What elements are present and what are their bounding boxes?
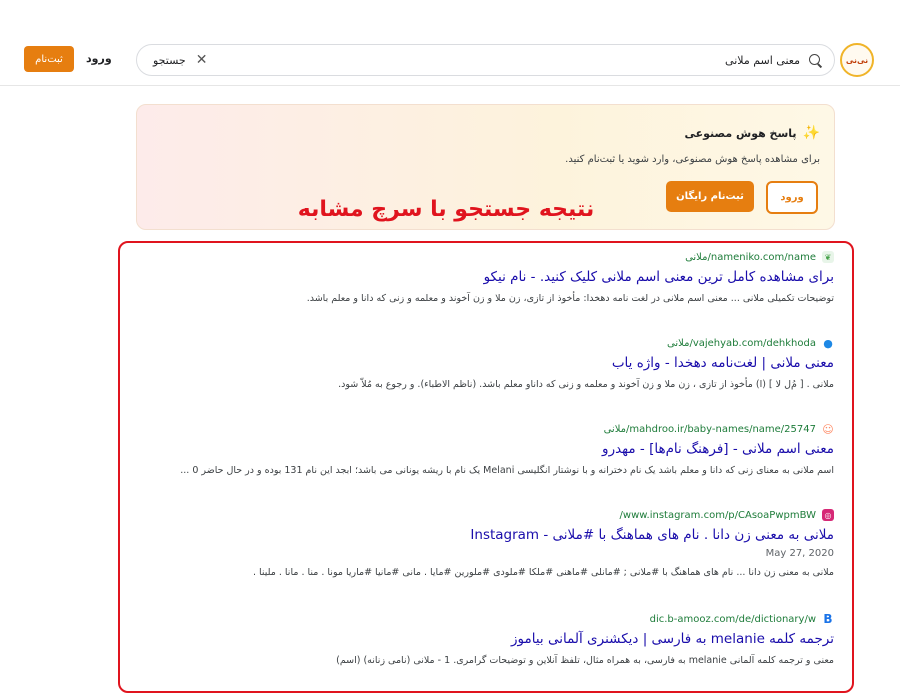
search-input[interactable]: معنی اسم ملانی bbox=[725, 54, 800, 67]
search-results: ❦ nameniko.com/name/ملانی برای مشاهده کا… bbox=[118, 241, 854, 693]
ai-answer-description: برای مشاهده پاسخ هوش مصنوعی، وارد شوید ی… bbox=[565, 154, 820, 165]
baby-icon: ☺ bbox=[822, 422, 834, 436]
ai-signup-button[interactable]: ثبت‌نام رایگان bbox=[666, 181, 754, 212]
result-snippet: معنی و ترجمه کلمه آلمانی melanie به فارس… bbox=[336, 655, 834, 666]
annotation-label: نتیجه جستجو با سرچ مشابه bbox=[297, 197, 595, 222]
result-title[interactable]: ترجمه کلمه melanie به فارسی | دیکشنری آل… bbox=[336, 631, 834, 647]
result-item: ◎ www.instagram.com/p/CAsoaPwpmBW/ ملانی… bbox=[253, 509, 834, 578]
result-item: ● vajehyab.com/dehkhoda/ملانی معنی ملانی… bbox=[338, 336, 834, 391]
result-url-text[interactable]: dic.b-amooz.com/de/dictionary/w bbox=[650, 614, 816, 625]
ai-answer-title-text: پاسخ هوش مصنوعی bbox=[684, 126, 797, 140]
result-url[interactable]: ◎ www.instagram.com/p/CAsoaPwpmBW/ bbox=[253, 509, 834, 521]
ai-answer-title: ✨ پاسخ هوش مصنوعی bbox=[685, 125, 820, 141]
result-item: B dic.b-amooz.com/de/dictionary/w ترجمه … bbox=[336, 612, 834, 666]
result-snippet: توضیحات تکمیلی ملانی ... معنی اسم ملانی … bbox=[306, 293, 834, 304]
result-snippet: ملانی . [ مُ‌ل‌ لا ] (ا) مأخوذ از تازی ،… bbox=[338, 379, 834, 390]
result-title[interactable]: برای مشاهده کامل ترین معنی اسم ملانی کلی… bbox=[307, 269, 834, 285]
result-url[interactable]: B dic.b-amooz.com/de/dictionary/w bbox=[336, 612, 834, 626]
result-url[interactable]: ● vajehyab.com/dehkhoda/ملانی bbox=[338, 336, 834, 350]
ai-login-button[interactable]: ورود bbox=[766, 181, 818, 214]
search-bar[interactable]: معنی اسم ملانی ✕ جستجو bbox=[136, 44, 835, 76]
search-icon bbox=[808, 53, 822, 67]
login-link[interactable]: ورود bbox=[86, 52, 112, 65]
result-url-text[interactable]: vajehyab.com/dehkhoda/ملانی bbox=[667, 338, 816, 349]
sparkle-icon: ✨ bbox=[802, 125, 820, 141]
leaf-icon: ❦ bbox=[822, 251, 834, 263]
result-snippet: اسم ملانی به معنای زنی که دانا و معلم با… bbox=[180, 465, 834, 476]
result-url-text[interactable]: www.instagram.com/p/CAsoaPwpmBW/ bbox=[620, 510, 816, 521]
instagram-icon: ◎ bbox=[822, 509, 834, 521]
result-snippet: ملانی به معنی زن دانا ... نام های هماهنگ… bbox=[252, 567, 834, 578]
result-title[interactable]: معنی ملانی | لغت‌نامه دهخدا - واژه یاب bbox=[338, 355, 834, 371]
signup-button[interactable]: ثبت‌نام bbox=[24, 46, 74, 72]
result-title[interactable]: معنی اسم ملانی - [فرهنگ نام‌ها] - مهدرو bbox=[180, 441, 834, 457]
top-bar: نی‌نی معنی اسم ملانی ✕ جستجو ورود ثبت‌نا… bbox=[0, 0, 900, 86]
result-url-text[interactable]: nameniko.com/name/ملانی bbox=[685, 252, 816, 263]
result-url[interactable]: ☺ mahdroo.ir/baby-names/name/25747/ملانی bbox=[180, 422, 834, 436]
result-date: May 27, 2020 bbox=[765, 548, 834, 559]
result-item: ❦ nameniko.com/name/ملانی برای مشاهده کا… bbox=[307, 251, 834, 304]
site-logo[interactable]: نی‌نی bbox=[840, 43, 874, 77]
search-button[interactable]: جستجو bbox=[153, 54, 186, 67]
clear-icon[interactable]: ✕ bbox=[196, 53, 208, 67]
result-url-text[interactable]: mahdroo.ir/baby-names/name/25747/ملانی bbox=[604, 424, 816, 435]
search-query-area[interactable]: معنی اسم ملانی bbox=[725, 53, 822, 67]
result-url[interactable]: ❦ nameniko.com/name/ملانی bbox=[307, 251, 834, 263]
result-title[interactable]: ملانی به معنی زن دانا . نام های هماهنگ ب… bbox=[253, 527, 834, 543]
b-logo-icon: B bbox=[823, 612, 833, 626]
pin-icon: ● bbox=[823, 336, 833, 350]
result-item: ☺ mahdroo.ir/baby-names/name/25747/ملانی… bbox=[180, 422, 834, 477]
search-actions: ✕ جستجو bbox=[153, 53, 207, 67]
